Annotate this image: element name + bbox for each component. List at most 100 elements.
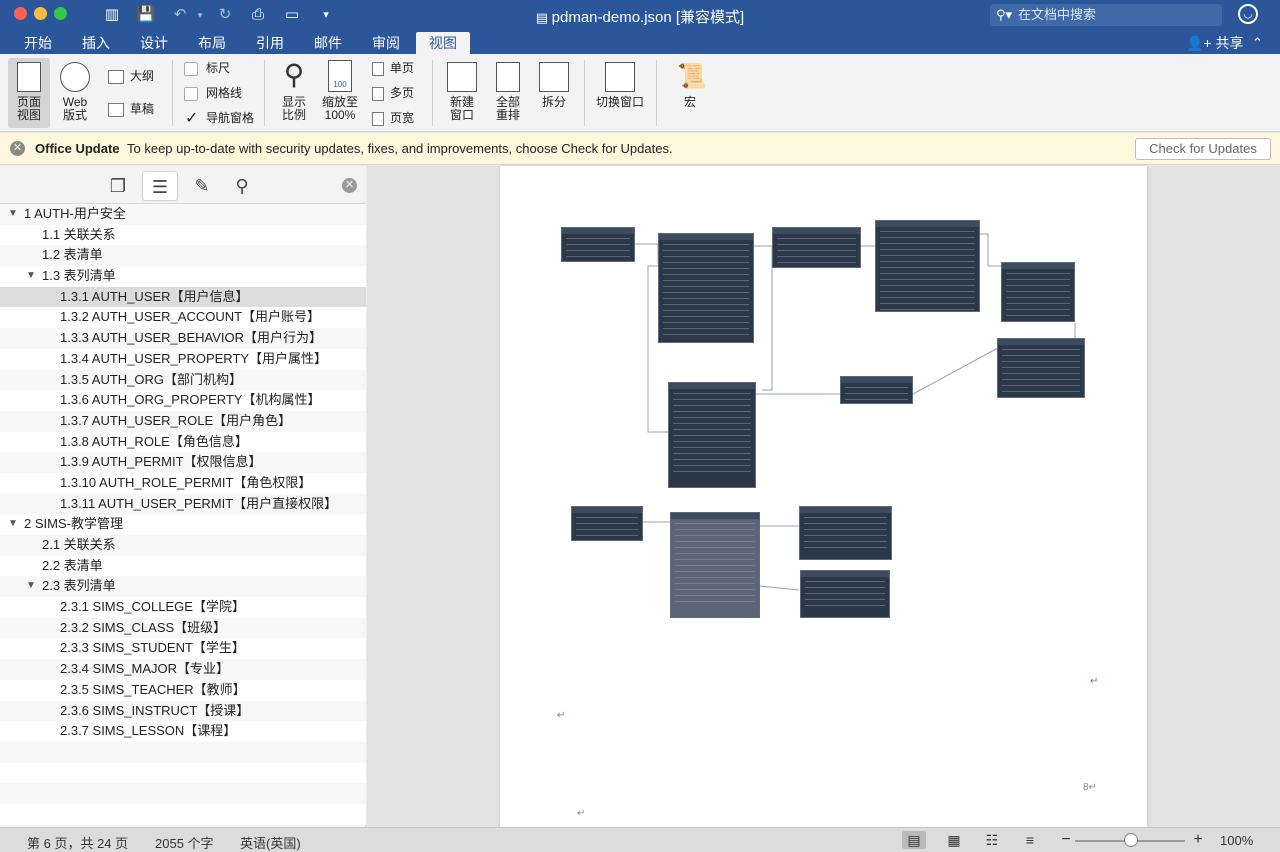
reviewing-pane-icon[interactable]: ✎ [184,171,220,201]
gridlines-checkbox[interactable]: 网格线 [184,85,242,101]
title-bar: ▥ 💾 ↶ ▾ ↻ ⎙ ▭ ▾ ▤ pdman-demo.json [兼容模式]… [0,0,1280,30]
page-width-icon [372,111,384,126]
arrange-all-button[interactable]: 全部 重排 [488,62,528,122]
collapse-ribbon-icon[interactable]: ⌃ [1252,32,1263,54]
zoom-in-icon[interactable]: + [1186,831,1210,849]
nav-item[interactable]: 2.3.5 SIMS_TEACHER【教师】 [0,679,366,701]
tab-view[interactable]: 视图 [416,32,470,54]
tab-insert[interactable]: 插入 [72,32,120,54]
macros-button[interactable]: 📜 宏 [668,62,712,109]
nav-item[interactable]: ▼ 1 AUTH-用户安全 [0,204,366,225]
ruler-checkbox[interactable]: 标尺 [184,60,230,76]
page-view-button[interactable]: 页面 视图 [8,58,50,128]
thumbnails-icon[interactable]: ❐ [100,171,136,201]
nav-item[interactable]: 2.3.3 SIMS_STUDENT【学生】 [0,638,366,660]
nav-item[interactable]: 1.3.5 AUTH_ORG【部门机构】 [0,369,366,391]
tab-layout[interactable]: 布局 [188,32,236,54]
language-status[interactable]: 英语(英国) [240,833,301,852]
page-width-button[interactable]: 页宽 [372,110,414,126]
share-button[interactable]: 👤+ 共享 [1186,32,1244,54]
check-for-updates-button[interactable]: Check for Updates [1135,138,1271,160]
er-table-row [566,244,630,245]
web-layout-view-icon[interactable]: ▦ [942,831,966,849]
outline-view-icon[interactable]: ☷ [980,831,1004,849]
draft-button[interactable]: 草稿 [108,101,154,117]
new-window-icon [447,62,477,92]
nav-item[interactable]: 2.3.7 SIMS_LESSON【课程】 [0,721,366,742]
nav-item[interactable]: 2.3.6 SIMS_INSTRUCT【授课】 [0,700,366,722]
nav-item[interactable]: 1.1 关联关系 [0,224,366,246]
tab-home[interactable]: 开始 [14,32,62,54]
web-view-button[interactable]: Web 版式 [54,58,96,128]
nav-item[interactable]: 1.3.3 AUTH_USER_BEHAVIOR【用户行为】 [0,328,366,349]
document-map-icon[interactable]: ☰ [142,171,178,201]
nav-item[interactable]: 2.3.4 SIMS_MAJOR【专业】 [0,659,366,680]
nav-item[interactable]: ▼ 1.3 表列清单 [0,266,366,287]
nav-item-label: 1.2 表清单 [42,247,103,263]
nav-pane-checkbox[interactable]: ✓ 导航窗格 [184,110,254,126]
web-view-label: Web 版式 [62,95,88,122]
nav-item[interactable]: 2.1 关联关系 [0,535,366,556]
nav-item[interactable]: 1.3.2 AUTH_USER_ACCOUNT【用户账号】 [0,307,366,329]
zoom-level[interactable]: 100% [1220,833,1253,848]
nav-item[interactable]: 1.3.6 AUTH_ORG_PROPERTY【机构属性】 [0,390,366,411]
er-table-row [675,577,755,578]
nav-item[interactable]: 1.3.7 AUTH_USER_ROLE【用户角色】 [0,410,366,432]
nav-item[interactable]: 1.3.1 AUTH_USER【用户信息】 [0,286,366,308]
page-count[interactable]: 第 6 页，共 24 页 [27,833,128,852]
nav-item-label: 2.3.7 SIMS_LESSON【课程】 [60,723,237,739]
search-pane-icon[interactable]: ⚲ [224,171,260,201]
document-canvas[interactable]: ↵ ↵ 8↵ ↵ [367,166,1280,827]
search-input[interactable]: ⚲▾ 在文档中搜索 [990,4,1222,26]
er-table-row [673,441,751,442]
nav-item[interactable]: ▼ 2.3 表列清单 [0,576,366,598]
nav-item[interactable]: 1.3.10 AUTH_ROLE_PERMIT【角色权限】 [0,472,366,494]
nav-item [0,803,366,825]
multi-page-button[interactable]: 多页 [372,85,414,101]
zoom-slider-thumb[interactable] [1124,833,1138,847]
er-table-row [663,274,749,275]
split-button[interactable]: 拆分 [534,62,574,109]
expand-triangle-icon[interactable]: ▼ [26,266,36,286]
er-table-row [675,535,755,536]
expand-triangle-icon[interactable]: ▼ [8,514,18,534]
switch-window-button[interactable]: 切换窗口 [592,62,648,109]
er-table-header [1002,263,1074,269]
print-layout-view-icon[interactable]: ▤ [902,831,926,849]
nav-item[interactable]: 1.3.8 AUTH_ROLE【角色信息】 [0,431,366,453]
arrange-all-label: 全部 重排 [495,95,520,122]
draft-label: 草稿 [130,102,155,116]
er-table-header [669,383,755,389]
zoom-100-label: 缩放至 100% [321,95,358,122]
word-count[interactable]: 2055 个字 [155,833,214,852]
outline-button[interactable]: 大纲 [108,68,154,84]
er-table-box [571,506,643,541]
tab-references[interactable]: 引用 [246,32,294,54]
nav-item[interactable]: ▼ 2 SIMS-教学管理 [0,514,366,535]
feedback-smiley-icon[interactable]: ◡ [1238,4,1258,24]
nav-item[interactable]: 1.2 表清单 [0,245,366,267]
er-table-box [799,506,892,560]
dismiss-message-icon[interactable]: ✕ [10,141,25,156]
nav-item [0,762,366,784]
nav-item[interactable]: 2.3.2 SIMS_CLASS【班级】 [0,617,366,639]
new-window-button[interactable]: 新建 窗口 [442,62,482,122]
draft-view-icon[interactable]: ≡ [1018,831,1042,849]
close-pane-icon[interactable]: ✕ [342,178,357,193]
expand-triangle-icon[interactable]: ▼ [8,204,18,224]
nav-item[interactable]: 2.2 表清单 [0,555,366,577]
tab-review[interactable]: 审阅 [362,32,410,54]
nav-item[interactable]: 1.3.9 AUTH_PERMIT【权限信息】 [0,452,366,473]
er-table-row [777,256,856,257]
tab-mailings[interactable]: 邮件 [304,32,352,54]
er-table-header [801,571,889,577]
er-table-row [880,243,975,244]
expand-triangle-icon[interactable]: ▼ [26,576,36,596]
zoom-button[interactable]: ⚲ 显示 比例 [276,60,312,122]
one-page-button[interactable]: 单页 [372,60,414,76]
tab-design[interactable]: 设计 [130,32,178,54]
nav-item[interactable]: 2.3.1 SIMS_COLLEGE【学院】 [0,597,366,618]
zoom-100-button[interactable]: 100 缩放至 100% [318,60,362,122]
nav-item[interactable]: 1.3.4 AUTH_USER_PROPERTY【用户属性】 [0,348,366,370]
nav-item[interactable]: 1.3.11 AUTH_USER_PERMIT【用户直接权限】 [0,493,366,515]
